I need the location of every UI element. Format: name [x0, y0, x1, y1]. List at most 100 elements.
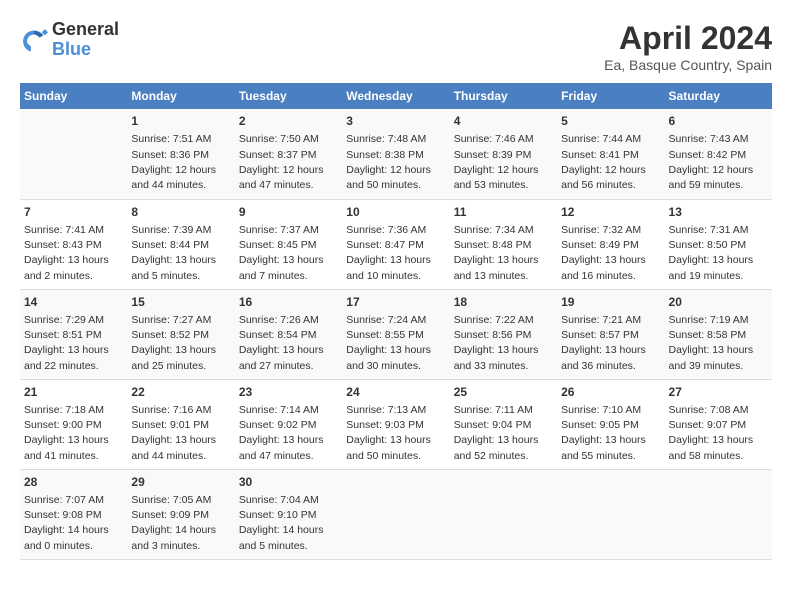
- cell-week1-day7: 6Sunrise: 7:43 AMSunset: 8:42 PMDaylight…: [665, 109, 772, 199]
- day-number: 16: [239, 294, 338, 311]
- cell-week1-day3: 2Sunrise: 7:50 AMSunset: 8:37 PMDaylight…: [235, 109, 342, 199]
- day-info: and 10 minutes.: [346, 269, 445, 284]
- day-info: Daylight: 12 hours: [346, 163, 445, 178]
- day-info: Sunset: 8:58 PM: [669, 328, 768, 343]
- day-info: Sunset: 8:44 PM: [131, 238, 230, 253]
- day-info: Daylight: 13 hours: [24, 253, 123, 268]
- day-number: 2: [239, 113, 338, 130]
- day-number: 3: [346, 113, 445, 130]
- day-info: Daylight: 14 hours: [24, 523, 123, 538]
- day-info: and 19 minutes.: [669, 269, 768, 284]
- day-info: and 27 minutes.: [239, 359, 338, 374]
- day-info: Sunrise: 7:04 AM: [239, 493, 338, 508]
- column-header-row: SundayMondayTuesdayWednesdayThursdayFrid…: [20, 83, 772, 109]
- calendar-table: SundayMondayTuesdayWednesdayThursdayFrid…: [20, 83, 772, 560]
- day-info: Daylight: 13 hours: [561, 343, 660, 358]
- day-info: and 13 minutes.: [454, 269, 553, 284]
- day-info: and 50 minutes.: [346, 178, 445, 193]
- day-info: Daylight: 13 hours: [239, 343, 338, 358]
- day-info: Sunset: 8:45 PM: [239, 238, 338, 253]
- cell-week1-day1: [20, 109, 127, 199]
- day-info: Daylight: 14 hours: [131, 523, 230, 538]
- day-info: Sunrise: 7:43 AM: [669, 132, 768, 147]
- cell-week4-day5: 25Sunrise: 7:11 AMSunset: 9:04 PMDayligh…: [450, 379, 557, 469]
- day-info: and 44 minutes.: [131, 449, 230, 464]
- day-info: Daylight: 13 hours: [346, 253, 445, 268]
- cell-week2-day1: 7Sunrise: 7:41 AMSunset: 8:43 PMDaylight…: [20, 199, 127, 289]
- column-header-wednesday: Wednesday: [342, 83, 449, 109]
- day-number: 8: [131, 204, 230, 221]
- day-info: Daylight: 14 hours: [239, 523, 338, 538]
- day-info: and 56 minutes.: [561, 178, 660, 193]
- day-info: Daylight: 13 hours: [239, 433, 338, 448]
- cell-week3-day5: 18Sunrise: 7:22 AMSunset: 8:56 PMDayligh…: [450, 289, 557, 379]
- day-number: 22: [131, 384, 230, 401]
- day-info: Sunrise: 7:27 AM: [131, 313, 230, 328]
- column-header-sunday: Sunday: [20, 83, 127, 109]
- day-info: Sunset: 8:52 PM: [131, 328, 230, 343]
- day-info: Sunset: 9:08 PM: [24, 508, 123, 523]
- day-number: 13: [669, 204, 768, 221]
- day-info: Sunset: 8:43 PM: [24, 238, 123, 253]
- day-info: and 41 minutes.: [24, 449, 123, 464]
- day-info: and 2 minutes.: [24, 269, 123, 284]
- day-info: and 59 minutes.: [669, 178, 768, 193]
- day-info: Sunrise: 7:14 AM: [239, 403, 338, 418]
- day-info: Daylight: 13 hours: [561, 253, 660, 268]
- day-info: Daylight: 13 hours: [669, 343, 768, 358]
- cell-week2-day4: 10Sunrise: 7:36 AMSunset: 8:47 PMDayligh…: [342, 199, 449, 289]
- day-info: Sunrise: 7:29 AM: [24, 313, 123, 328]
- cell-week1-day4: 3Sunrise: 7:48 AMSunset: 8:38 PMDaylight…: [342, 109, 449, 199]
- day-info: and 0 minutes.: [24, 539, 123, 554]
- day-info: Sunset: 8:49 PM: [561, 238, 660, 253]
- day-info: Sunset: 9:05 PM: [561, 418, 660, 433]
- day-info: Sunrise: 7:13 AM: [346, 403, 445, 418]
- cell-week5-day5: [450, 469, 557, 559]
- day-info: Sunset: 9:03 PM: [346, 418, 445, 433]
- day-info: Sunrise: 7:36 AM: [346, 223, 445, 238]
- day-info: Daylight: 13 hours: [669, 253, 768, 268]
- title-section: April 2024 Ea, Basque Country, Spain: [604, 20, 772, 73]
- cell-week5-day4: [342, 469, 449, 559]
- day-info: Daylight: 13 hours: [24, 433, 123, 448]
- day-info: Sunrise: 7:24 AM: [346, 313, 445, 328]
- cell-week1-day2: 1Sunrise: 7:51 AMSunset: 8:36 PMDaylight…: [127, 109, 234, 199]
- cell-week2-day2: 8Sunrise: 7:39 AMSunset: 8:44 PMDaylight…: [127, 199, 234, 289]
- cell-week3-day6: 19Sunrise: 7:21 AMSunset: 8:57 PMDayligh…: [557, 289, 664, 379]
- column-header-thursday: Thursday: [450, 83, 557, 109]
- day-info: and 5 minutes.: [239, 539, 338, 554]
- cell-week4-day7: 27Sunrise: 7:08 AMSunset: 9:07 PMDayligh…: [665, 379, 772, 469]
- logo: General Blue: [20, 20, 119, 60]
- cell-week5-day3: 30Sunrise: 7:04 AMSunset: 9:10 PMDayligh…: [235, 469, 342, 559]
- day-number: 18: [454, 294, 553, 311]
- cell-week1-day6: 5Sunrise: 7:44 AMSunset: 8:41 PMDaylight…: [557, 109, 664, 199]
- week-row-3: 14 Sunrise: 7:29 AMSunset: 8:51 PM Dayligh…: [20, 289, 772, 379]
- day-info: Sunrise: 7:32 AM: [561, 223, 660, 238]
- day-info: Sunset: 9:09 PM: [131, 508, 230, 523]
- day-info: Sunset: 9:00 PM: [24, 418, 123, 433]
- day-number: 11: [454, 204, 553, 221]
- day-number: 14: [24, 294, 123, 311]
- day-info: Sunset: 8:36 PM: [131, 148, 230, 163]
- cell-week4-day1: 21Sunrise: 7:18 AMSunset: 9:00 PMDayligh…: [20, 379, 127, 469]
- cell-week5-day6: [557, 469, 664, 559]
- day-info: Sunset: 8:51 PM: [24, 328, 123, 343]
- column-header-tuesday: Tuesday: [235, 83, 342, 109]
- cell-week3-day2: 15Sunrise: 7:27 AMSunset: 8:52 PMDayligh…: [127, 289, 234, 379]
- day-info: Sunset: 8:57 PM: [561, 328, 660, 343]
- day-info: and 55 minutes.: [561, 449, 660, 464]
- day-info: Sunset: 8:42 PM: [669, 148, 768, 163]
- day-info: Daylight: 12 hours: [669, 163, 768, 178]
- day-info: Sunset: 8:38 PM: [346, 148, 445, 163]
- cell-week4-day3: 23Sunrise: 7:14 AMSunset: 9:02 PMDayligh…: [235, 379, 342, 469]
- cell-week3-day3: 16Sunrise: 7:26 AMSunset: 8:54 PMDayligh…: [235, 289, 342, 379]
- cell-week5-day1: 28Sunrise: 7:07 AMSunset: 9:08 PMDayligh…: [20, 469, 127, 559]
- day-info: and 16 minutes.: [561, 269, 660, 284]
- day-info: Sunset: 9:10 PM: [239, 508, 338, 523]
- day-info: Daylight: 13 hours: [239, 253, 338, 268]
- cell-week5-day7: [665, 469, 772, 559]
- day-info: and 25 minutes.: [131, 359, 230, 374]
- logo-line2: Blue: [52, 40, 119, 60]
- day-info: Daylight: 12 hours: [561, 163, 660, 178]
- day-number: 29: [131, 474, 230, 491]
